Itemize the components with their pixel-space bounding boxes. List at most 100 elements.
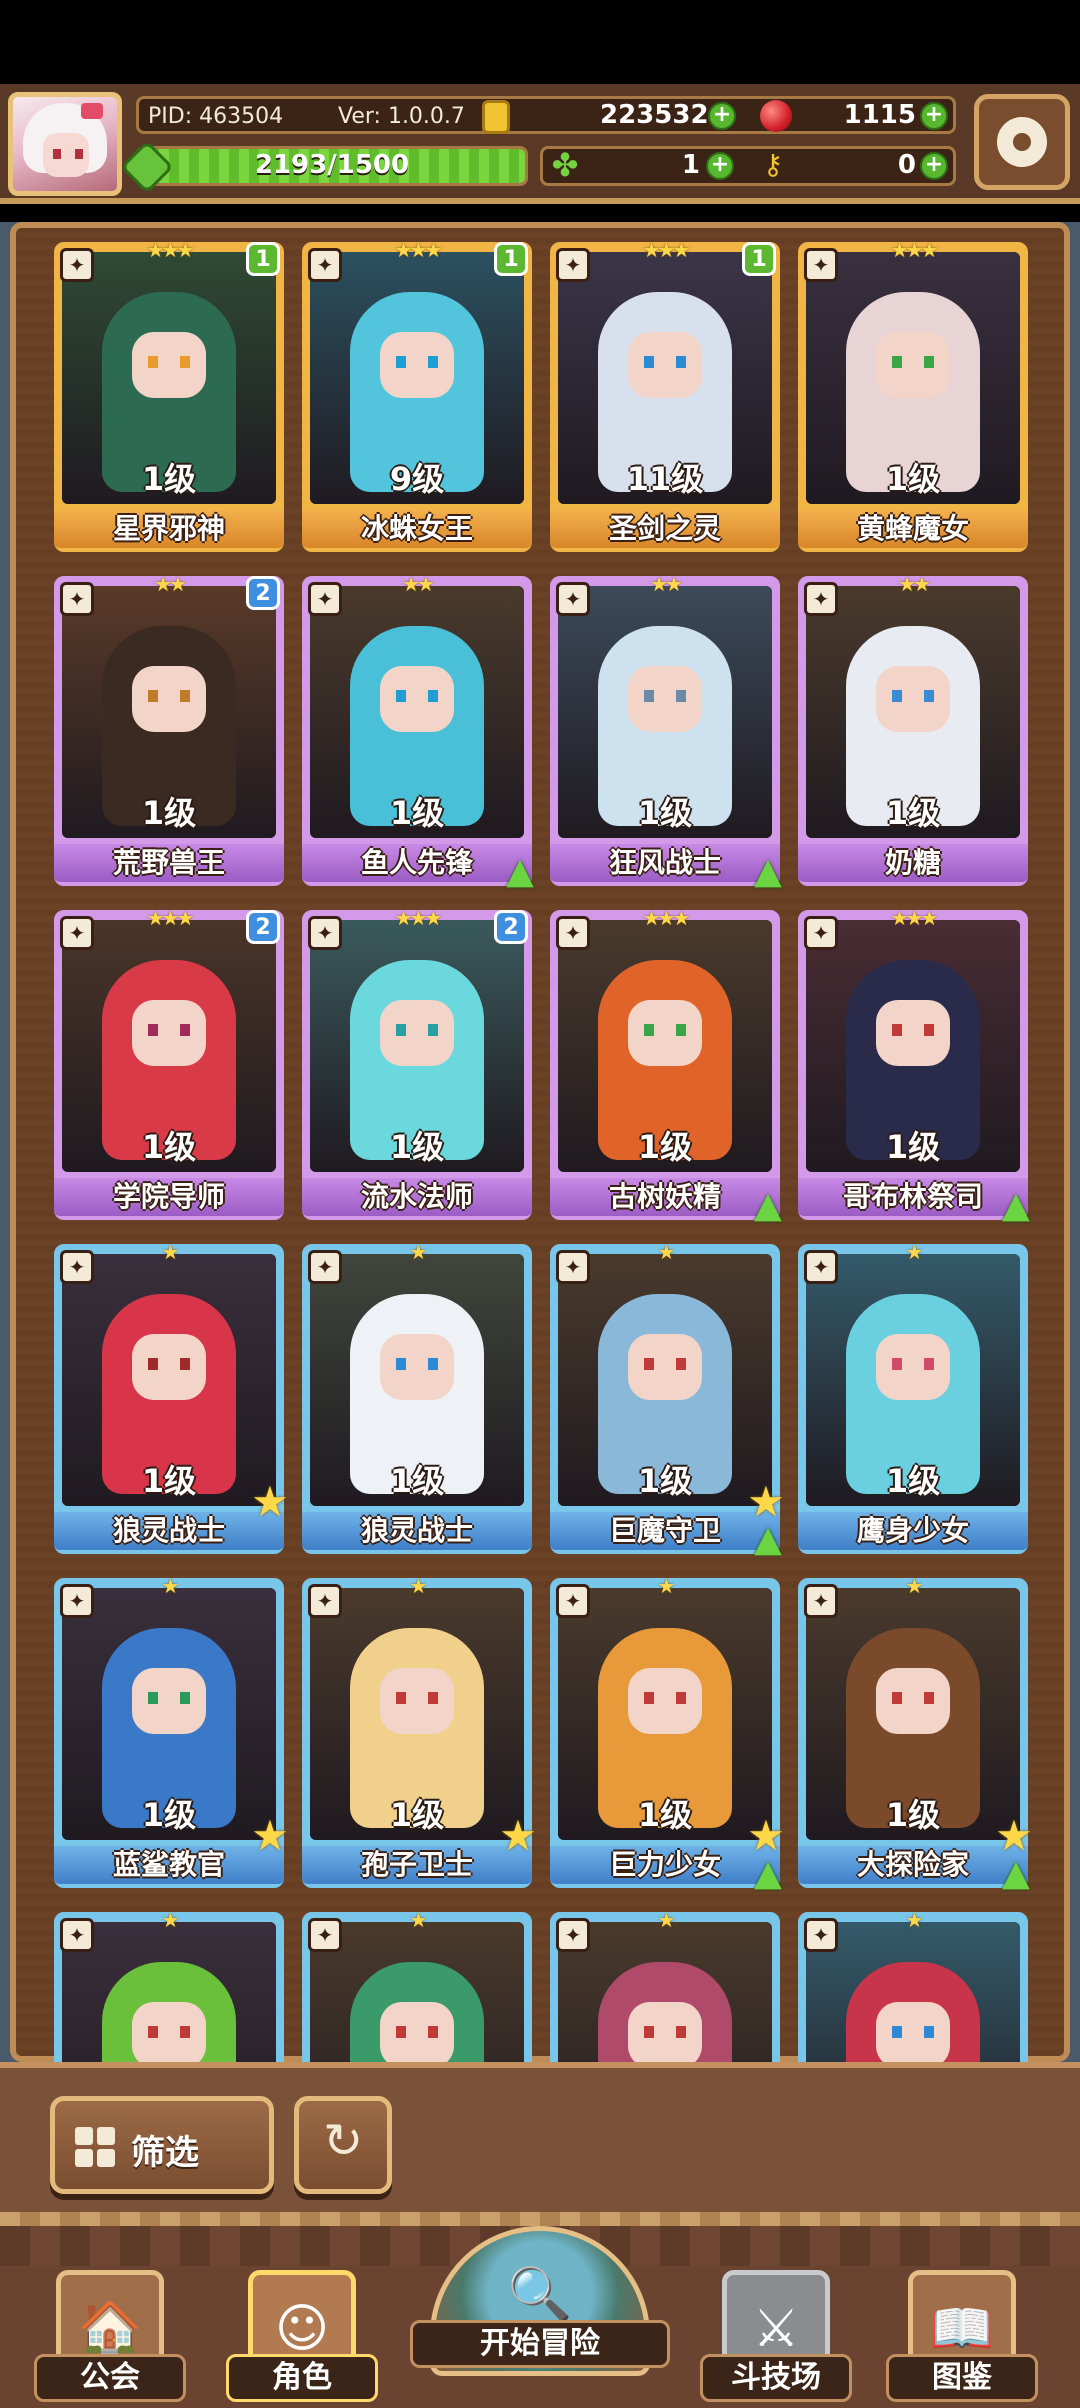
key-icon: ⚷	[762, 148, 784, 181]
character-card[interactable]: ★★★ ✦ 1 1级 星界邪神	[54, 242, 284, 552]
class-icon: ✦	[308, 1918, 342, 1952]
star-upgrade-icon: ★	[251, 1477, 289, 1526]
class-icon: ✦	[308, 582, 342, 616]
character-card[interactable]: ★★ ✦ 1级 奶糖	[798, 572, 1028, 886]
control-bar: 筛选 ↻	[0, 2062, 1080, 2226]
class-icon: ✦	[308, 248, 342, 282]
character-card[interactable]: ★ ✦ 1级 鹰身少女	[798, 1240, 1028, 1554]
add-keys-button[interactable]: +	[920, 152, 948, 180]
tab-codex-label: 图鉴	[886, 2354, 1038, 2402]
tab-arena[interactable]: ⚔ 斗技场	[700, 2260, 852, 2402]
character-card[interactable]: ★★ ✦ 1级 鱼人先锋 ▲	[302, 572, 534, 892]
class-icon: ✦	[556, 1584, 590, 1618]
class-icon: ✦	[60, 1918, 94, 1952]
character-level: 9级	[389, 460, 445, 498]
add-gold-button[interactable]: +	[708, 102, 736, 130]
gold-coin-icon	[482, 100, 510, 134]
character-card[interactable]: ★★★ ✦ 1级 古树妖精 ▲	[550, 906, 782, 1226]
gold-amount: 223532	[600, 100, 709, 130]
character-card[interactable]: ★ ✦ 1级 大探险家 ★ ▲	[798, 1574, 1033, 1894]
character-portrait	[806, 1922, 1020, 2062]
character-grid[interactable]: ★★★ ✦ 1 1级 星界邪神 ★★★ ✦ 1 9级 冰蛛女王 ★★★ ✦ 1 11级 圣剑之灵 ★★★ ✦ 1级…	[54, 242, 1034, 2062]
key-amount: 0	[897, 150, 916, 180]
character-name: 鹰身少女	[798, 1512, 1028, 1550]
character-card[interactable]: ★★ ✦ 1级 狂风战士 ▲	[550, 572, 782, 892]
character-level: 1级	[389, 1462, 445, 1500]
character-name: 星界邪神	[54, 510, 284, 548]
tab-adventure[interactable]: 🔍 开始冒险	[410, 2226, 670, 2376]
class-icon: ✦	[308, 1250, 342, 1284]
add-gems-button[interactable]: +	[920, 102, 948, 130]
character-portrait	[310, 1922, 524, 2062]
character-name: 学院导师	[54, 1178, 284, 1216]
class-icon: ✦	[60, 1250, 94, 1284]
class-icon: ✦	[60, 248, 94, 282]
red-gem-icon	[760, 100, 792, 132]
class-icon: ✦	[556, 916, 590, 950]
player-avatar[interactable]	[8, 92, 122, 196]
tab-adventure-label: 开始冒险	[410, 2320, 670, 2368]
level-up-arrow-icon: ▲	[754, 1853, 782, 1894]
character-name: 圣剑之灵	[550, 510, 780, 548]
star-upgrade-icon: ★	[747, 1811, 785, 1860]
count-badge: 2	[494, 910, 528, 944]
character-level: 1级	[389, 794, 445, 832]
character-card[interactable]: ★ ✦ 1级 孢子卫士 ★	[302, 1574, 537, 1888]
character-level: 1级	[885, 1462, 941, 1500]
class-icon: ✦	[556, 1250, 590, 1284]
settings-button[interactable]	[974, 94, 1070, 190]
level-up-arrow-icon: ▲	[754, 1185, 782, 1226]
class-icon: ✦	[308, 1584, 342, 1618]
character-card[interactable]: ★★★ ✦ 1级 哥布林祭司 ▲	[798, 906, 1030, 1226]
character-card[interactable]: ★ ✦ 1级 巨力少女 ★ ▲	[550, 1574, 785, 1894]
character-name: 荒野兽王	[54, 844, 284, 882]
character-card[interactable]: ★ ✦	[54, 1908, 284, 2062]
character-card[interactable]: ★★★ ✦ 1 11级 圣剑之灵	[550, 242, 780, 552]
star-upgrade-icon: ★	[499, 1811, 537, 1860]
reset-button[interactable]: ↻	[294, 2096, 392, 2194]
tab-arena-label: 斗技场	[700, 2354, 852, 2402]
clover-amount: 1	[681, 150, 700, 180]
class-icon: ✦	[60, 1584, 94, 1618]
class-icon: ✦	[556, 1918, 590, 1952]
character-card[interactable]: ★★ ✦ 2 1级 荒野兽王	[54, 572, 284, 886]
character-card[interactable]: ★ ✦ 1级 蓝鲨教官 ★	[54, 1574, 289, 1888]
count-badge: 2	[246, 910, 280, 944]
tab-character[interactable]: ☺ 角色	[226, 2260, 378, 2402]
class-icon: ✦	[308, 916, 342, 950]
character-name: 冰蛛女王	[302, 510, 532, 548]
crossed-swords-icon: ⚔	[722, 2270, 830, 2366]
character-card[interactable]: ★ ✦ 1级 巨魔守卫 ★ ▲	[550, 1240, 785, 1560]
character-name: 狂风战士	[550, 844, 780, 882]
character-card[interactable]: ★★★ ✦ 2 1级 学院导师	[54, 906, 284, 1220]
character-level: 1级	[141, 1128, 197, 1166]
character-card[interactable]: ★★★ ✦ 2 1级 流水法师	[302, 906, 532, 1220]
level-up-arrow-icon: ▲	[1002, 1185, 1030, 1226]
character-card[interactable]: ★ ✦	[302, 1908, 532, 2062]
character-card[interactable]: ★ ✦	[550, 1908, 780, 2062]
level-up-arrow-icon: ▲	[506, 851, 534, 892]
tab-character-label: 角色	[226, 2354, 378, 2402]
filter-button[interactable]: 筛选	[50, 2096, 274, 2194]
star-upgrade-icon: ★	[995, 1811, 1033, 1860]
character-card[interactable]: ★★★ ✦ 1级 黄蜂魔女	[798, 242, 1028, 552]
count-badge: 1	[742, 242, 776, 276]
add-clover-button[interactable]: +	[706, 152, 734, 180]
character-card[interactable]: ★★★ ✦ 1 9级 冰蛛女王	[302, 242, 532, 552]
class-icon: ✦	[804, 916, 838, 950]
tab-guild[interactable]: 🏠 公会	[34, 2260, 186, 2402]
tab-codex[interactable]: 📖 图鉴	[886, 2260, 1038, 2402]
count-badge: 1	[494, 242, 528, 276]
status-bar	[0, 0, 1080, 84]
character-card[interactable]: ★ ✦ 1级 狼灵战士	[302, 1240, 532, 1554]
gem-amount: 1115	[843, 100, 916, 130]
level-up-arrow-icon: ▲	[1002, 1853, 1030, 1894]
character-name: 奶糖	[798, 844, 1028, 882]
player-id: PID: 463504	[148, 104, 284, 129]
character-card[interactable]: ★ ✦ 1级 狼灵战士 ★	[54, 1240, 289, 1554]
character-name: 狼灵战士	[302, 1512, 532, 1550]
class-icon: ✦	[556, 582, 590, 616]
bottom-navigation: 🏠 公会 ☺ 角色 🔍 开始冒险 ⚔ 斗技场 📖 图鉴	[0, 2226, 1080, 2408]
character-card[interactable]: ★ ✦	[798, 1908, 1028, 2062]
level-up-arrow-icon: ▲	[754, 851, 782, 892]
